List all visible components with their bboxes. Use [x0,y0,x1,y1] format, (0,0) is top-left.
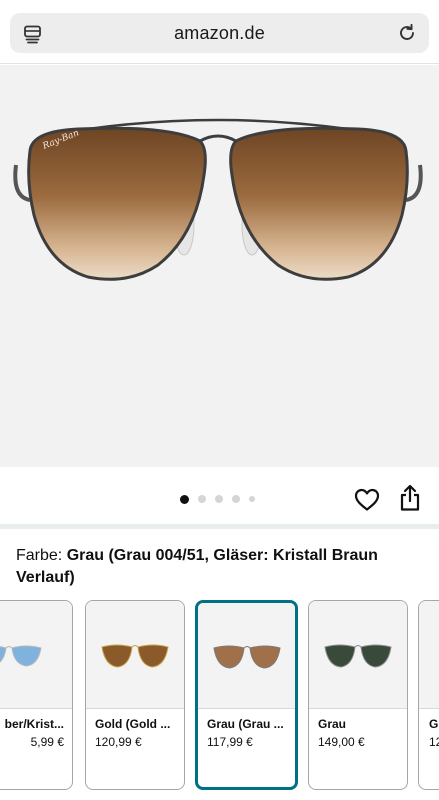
variant-image [419,601,439,709]
variant-price: 117,99 € [207,735,253,749]
share-icon[interactable] [398,484,422,512]
color-selection-label: Farbe: Grau (Grau 004/51, Gläser: Krista… [16,545,431,589]
variant-name: Grau [318,717,347,731]
browser-toolbar: amazon.de [0,0,439,64]
variant-price: 120,99 € [95,735,142,749]
variant-image [86,601,184,709]
pagination-dot[interactable] [198,495,206,503]
pagination-dot-active[interactable] [180,494,189,504]
heart-icon[interactable] [354,488,380,512]
variant-name: Gold (Gold ... [95,717,171,731]
variant-name: ber/Krist... [4,717,64,731]
variant-swatch[interactable]: ber/Krist... 5,99 € [0,600,73,790]
variant-swatch[interactable]: Gr 12 [418,600,439,790]
color-label: Farbe: [16,547,67,564]
variant-name: Grau (Grau ... [207,717,284,731]
url-text[interactable]: amazon.de [10,23,429,44]
color-value: Grau (Grau 004/51, Gläser: Kristall Brau… [16,547,378,586]
variant-image [309,601,407,709]
variant-image [0,601,72,709]
color-variant-list[interactable]: ber/Krist... 5,99 € Gold (Gold ... 120,9… [0,600,439,800]
address-bar[interactable]: amazon.de [10,13,429,53]
pagination-dot[interactable] [215,495,223,503]
variant-name: Gr [429,717,439,731]
gallery-controls [0,468,439,526]
variant-price: 5,99 € [30,735,64,749]
pagination-dot[interactable] [249,496,255,502]
section-divider [0,524,439,529]
variant-swatch[interactable]: Grau 149,00 € [308,600,408,790]
pagination-dots[interactable] [180,494,255,504]
variant-price: 12 [429,735,439,749]
variant-swatch[interactable]: Gold (Gold ... 120,99 € [85,600,185,790]
product-image[interactable]: Ray-Ban [8,105,428,285]
variant-price: 149,00 € [318,735,365,749]
variant-swatch-selected[interactable]: Grau (Grau ... 117,99 € [195,600,298,790]
pagination-dot[interactable] [232,495,240,503]
product-image-gallery[interactable]: Ray-Ban [0,65,439,467]
reload-icon[interactable] [397,23,417,43]
variant-image [198,603,295,709]
